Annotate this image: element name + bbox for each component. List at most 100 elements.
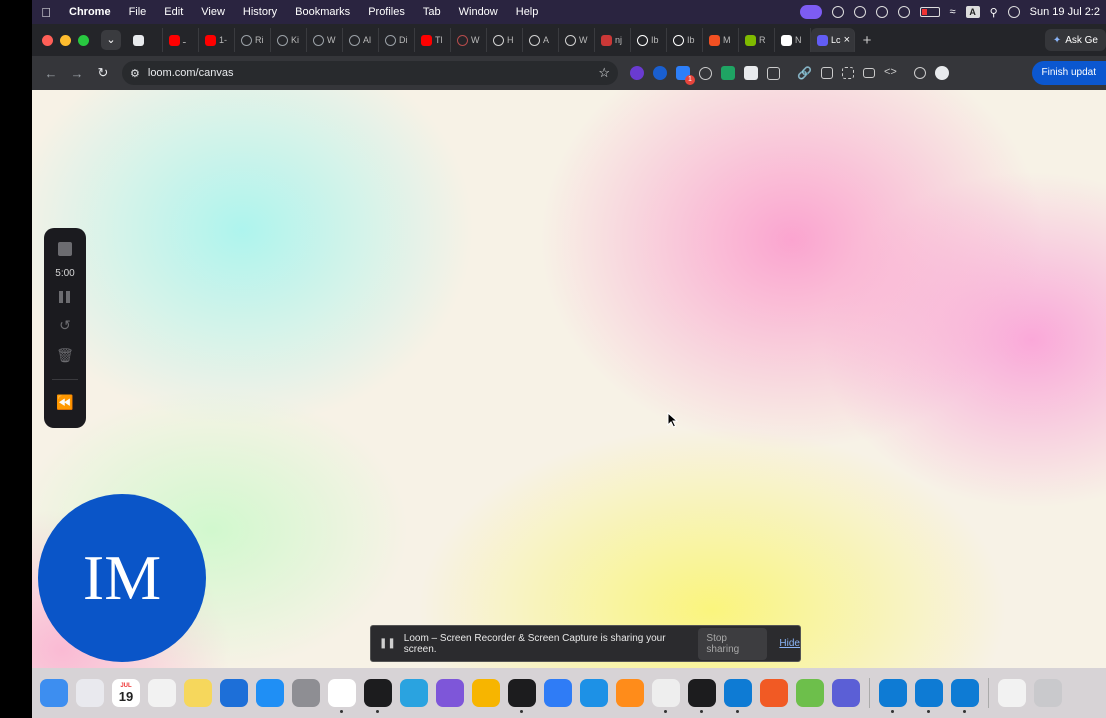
browser-tab[interactable]: H <box>487 28 523 52</box>
battery-icon[interactable] <box>919 7 940 17</box>
menu-profiles[interactable]: Profiles <box>359 6 414 18</box>
stop-recording-button[interactable] <box>58 242 72 256</box>
vscode-icon[interactable] <box>879 679 907 713</box>
browser-tab[interactable]: Di <box>379 28 415 52</box>
menu-extra-icon[interactable] <box>853 6 866 18</box>
menu-tab[interactable]: Tab <box>414 6 450 18</box>
bookmark-star-icon[interactable]: ☆ <box>598 65 610 81</box>
grid-icon[interactable] <box>841 67 854 79</box>
browser-tab[interactable]: N <box>775 28 811 52</box>
extension-1-icon[interactable] <box>630 66 644 80</box>
zoom-window-button[interactable] <box>78 34 89 46</box>
vscode-icon[interactable] <box>724 679 752 713</box>
menu-history[interactable]: History <box>234 6 286 18</box>
new-tab-button[interactable]: + <box>855 32 879 49</box>
freeform-icon[interactable] <box>220 679 248 707</box>
browser-tab[interactable]: Ki <box>271 28 307 52</box>
trash-icon[interactable] <box>1034 679 1062 707</box>
ask-gemini-button[interactable]: ✦ Ask Ge <box>1044 29 1106 51</box>
calendar-icon[interactable]: JUL 19 <box>112 679 140 707</box>
tab-search-button[interactable]: ⌄ <box>101 30 121 50</box>
hide-banner-button[interactable]: Hide <box>779 638 800 649</box>
cast-icon[interactable] <box>862 68 875 78</box>
system-settings-icon[interactable] <box>292 679 320 707</box>
sublime-s-icon[interactable] <box>760 679 788 707</box>
finder-icon[interactable] <box>40 679 68 707</box>
browser-tab[interactable]: Tl <box>415 28 451 52</box>
openai-status-icon[interactable] <box>831 6 844 18</box>
copilot-icon[interactable] <box>832 679 860 707</box>
browser-tab[interactable]: Lc × <box>811 28 855 52</box>
menu-file[interactable]: File <box>120 6 156 18</box>
activity-monitor-icon[interactable] <box>688 679 716 713</box>
browser-tab[interactable]: R <box>739 28 775 52</box>
app-store-icon[interactable] <box>256 679 284 707</box>
browser-tab[interactable]: nj <box>595 28 631 52</box>
menu-help[interactable]: Help <box>507 6 548 18</box>
docker-icon[interactable] <box>580 679 608 707</box>
browser-tab[interactable]: Ib <box>667 28 703 52</box>
browser-tab[interactable] <box>127 28 163 52</box>
link-icon[interactable]: 🔗 <box>797 66 812 80</box>
terminal-icon[interactable] <box>364 679 392 713</box>
reload-button[interactable]: ↻ <box>90 65 116 81</box>
delete-icon[interactable]: 🗑 <box>56 347 74 363</box>
telegram-icon[interactable] <box>400 679 428 707</box>
extension-2-icon[interactable] <box>653 66 667 80</box>
finish-update-button[interactable]: Finish updat <box>1031 61 1106 85</box>
browser-tab[interactable]: A <box>523 28 559 52</box>
instruments-icon[interactable] <box>652 679 680 713</box>
extension-3-icon[interactable] <box>676 66 695 85</box>
openai-extension-icon[interactable] <box>699 66 712 80</box>
browser-tab[interactable]: Al <box>343 28 379 52</box>
browser-tab[interactable]: 1- <box>199 28 235 52</box>
stop-sharing-button[interactable]: Stop sharing <box>698 627 768 660</box>
extension-5-icon[interactable] <box>721 66 735 80</box>
browser-tab[interactable]: W <box>451 28 487 52</box>
notes-icon[interactable] <box>184 679 212 707</box>
profile-avatar-icon[interactable] <box>934 66 949 80</box>
camera-bubble[interactable]: IM <box>38 494 206 662</box>
close-window-button[interactable] <box>42 34 53 46</box>
browser-tab[interactable]: W <box>559 28 595 52</box>
reminders-icon[interactable] <box>148 679 176 707</box>
screen-recording-icon[interactable] <box>799 5 822 19</box>
input-source-icon[interactable]: A <box>965 6 980 18</box>
collapse-icon[interactable]: ⏪ <box>56 394 73 410</box>
screenshot-icon[interactable] <box>820 67 833 79</box>
menu-view[interactable]: View <box>192 6 234 18</box>
menu-bookmarks[interactable]: Bookmarks <box>286 6 359 18</box>
downloads-icon[interactable] <box>998 679 1026 707</box>
extension-6-icon[interactable] <box>744 66 758 80</box>
sublime-icon[interactable] <box>616 679 644 707</box>
browser-tab[interactable]: W <box>307 28 343 52</box>
menu-edit[interactable]: Edit <box>155 6 192 18</box>
chrome-icon[interactable] <box>328 679 356 713</box>
forward-button[interactable]: → <box>64 66 90 81</box>
loom-dock-icon[interactable] <box>508 679 536 713</box>
close-tab-icon[interactable]: × <box>844 34 850 46</box>
sketch-icon[interactable] <box>472 679 500 707</box>
apple-menu-icon[interactable]:  <box>32 5 60 20</box>
minimize-window-button[interactable] <box>60 34 71 46</box>
pause-button[interactable] <box>59 291 71 303</box>
browser-tab[interactable]: ـ <box>163 28 199 52</box>
control-center-icon[interactable] <box>1007 6 1020 18</box>
spotlight-icon[interactable]: ⚲ <box>990 6 998 19</box>
vscode-icon[interactable] <box>915 679 943 713</box>
browser-tab[interactable]: M <box>703 28 739 52</box>
menu-app-name[interactable]: Chrome <box>60 6 120 18</box>
obsidian-icon[interactable] <box>436 679 464 707</box>
restart-icon[interactable]: ↺ <box>59 317 71 333</box>
browser-tab[interactable]: Ib <box>631 28 667 52</box>
focus-icon[interactable] <box>875 6 888 18</box>
address-bar[interactable]: ⚙ loom.com/canvas ☆ <box>122 61 618 85</box>
play-icon[interactable] <box>897 6 910 18</box>
security-icon[interactable] <box>913 67 926 79</box>
code-icon[interactable]: <> <box>884 66 897 80</box>
pycharm-icon[interactable] <box>796 679 824 707</box>
back-button[interactable]: ← <box>38 66 64 81</box>
menu-clock[interactable]: Sun 19 Jul 2:2 <box>1030 6 1100 18</box>
mail-icon[interactable] <box>544 679 572 707</box>
drag-handle-icon[interactable]: ❚❚ <box>379 638 396 649</box>
